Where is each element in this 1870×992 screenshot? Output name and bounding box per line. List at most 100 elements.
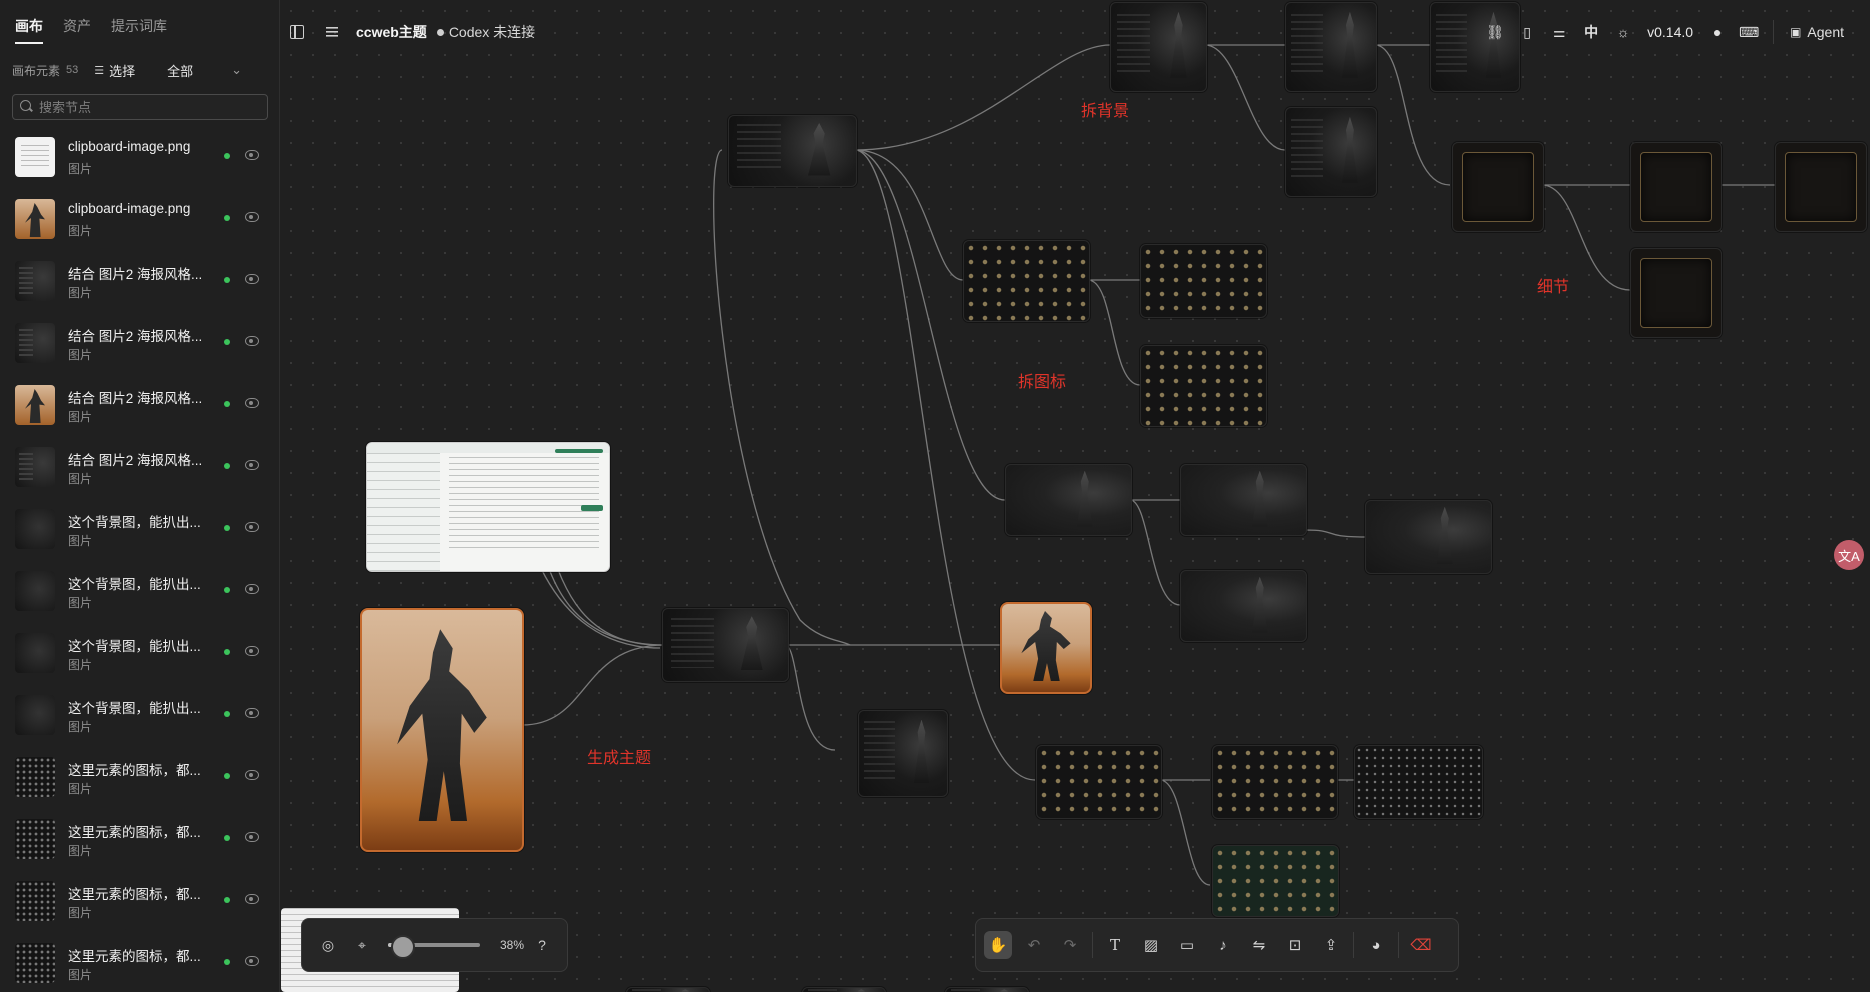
sidebar-toggle-icon[interactable] xyxy=(290,25,304,39)
canvas-node[interactable] xyxy=(1452,142,1544,232)
export-icon[interactable]: ⇪ xyxy=(1317,931,1345,959)
audio-tool-icon[interactable]: ♪ xyxy=(1209,931,1237,959)
sidebar: 画布 资产 提示词库 画布元素 53 ☰ 选择 全部 ⌄ clipboard-i… xyxy=(0,0,280,992)
select-button[interactable]: ☰ 选择 xyxy=(94,61,135,80)
canvas-node[interactable] xyxy=(963,240,1090,322)
list-item[interactable]: 这里元素的图标，都... 图片 xyxy=(0,874,279,936)
eye-icon[interactable] xyxy=(245,336,259,346)
canvas-node[interactable] xyxy=(945,987,1029,992)
canvas-node[interactable] xyxy=(662,608,789,682)
canvas-node[interactable] xyxy=(1180,570,1307,642)
canvas-node[interactable] xyxy=(1285,107,1377,197)
canvas-node[interactable] xyxy=(1140,244,1267,318)
canvas-node[interactable] xyxy=(1775,142,1867,232)
canvas-node[interactable] xyxy=(1212,745,1338,819)
zoom-slider-knob[interactable] xyxy=(390,935,415,959)
no-link-icon[interactable]: ⛓ xyxy=(1486,24,1504,40)
annotation-label[interactable]: 拆背景 xyxy=(1081,97,1129,121)
hand-tool-icon[interactable]: ✋ xyxy=(984,931,1012,959)
canvas-node[interactable] xyxy=(1005,464,1132,536)
canvas-node[interactable] xyxy=(802,987,886,992)
image-tool-icon[interactable]: ▨ xyxy=(1137,931,1165,959)
palette-icon[interactable]: ◕ xyxy=(1362,931,1390,959)
annotation-label[interactable]: 细节 xyxy=(1537,273,1569,297)
search-input[interactable] xyxy=(37,97,261,117)
translate-button[interactable]: 文A xyxy=(1834,540,1864,570)
annotation-label[interactable]: 生成主题 xyxy=(587,744,651,768)
eye-icon[interactable] xyxy=(245,646,259,656)
canvas-node[interactable] xyxy=(626,987,710,992)
canvas-node[interactable] xyxy=(1630,142,1722,232)
canvas-node[interactable] xyxy=(360,608,524,852)
tab-canvas[interactable]: 画布 xyxy=(15,16,43,44)
compass-icon[interactable]: ◎ xyxy=(320,937,336,953)
canvas-node[interactable] xyxy=(1365,500,1492,574)
canvas-node[interactable] xyxy=(858,710,948,797)
list-item[interactable]: 这里元素的图标，都... 图片 xyxy=(0,750,279,812)
canvas-node[interactable] xyxy=(1110,2,1207,92)
canvas-node[interactable] xyxy=(1000,602,1092,694)
sliders-icon[interactable]: ⚌ xyxy=(1551,24,1567,40)
eye-icon[interactable] xyxy=(245,522,259,532)
sun-icon[interactable]: ☼ xyxy=(1615,24,1631,40)
keyboard-icon[interactable]: ⌨ xyxy=(1739,24,1759,40)
list-item[interactable]: clipboard-image.png 图片 xyxy=(0,130,279,192)
list-item[interactable]: 这里元素的图标，都... 图片 xyxy=(0,812,279,874)
eye-icon[interactable] xyxy=(245,212,259,222)
canvas-node[interactable] xyxy=(728,115,857,187)
list-item[interactable]: clipboard-image.png 图片 xyxy=(0,192,279,254)
list-item[interactable]: 这个背景图，能扒出... 图片 xyxy=(0,502,279,564)
capture-tool-icon[interactable]: ⊡ xyxy=(1281,931,1309,959)
eye-icon[interactable] xyxy=(245,460,259,470)
list-item[interactable]: 结合 图片2 海报风格... 图片 xyxy=(0,254,279,316)
undo-icon[interactable]: ↶ xyxy=(1020,931,1048,959)
tab-assets[interactable]: 资产 xyxy=(63,16,91,44)
status-dot xyxy=(224,835,230,841)
eye-icon[interactable] xyxy=(245,956,259,966)
eye-icon[interactable] xyxy=(245,150,259,160)
list-item[interactable]: 这个背景图，能扒出... 图片 xyxy=(0,564,279,626)
project-title[interactable]: ccweb主题 xyxy=(356,22,427,42)
filter-dropdown[interactable]: 全部 xyxy=(167,61,193,80)
book-icon[interactable]: ▯ xyxy=(1519,24,1535,40)
eraser-icon[interactable]: ⌫ xyxy=(1407,931,1435,959)
eye-icon[interactable] xyxy=(245,274,259,284)
eye-icon[interactable] xyxy=(245,584,259,594)
list-item[interactable]: 这个背景图，能扒出... 图片 xyxy=(0,626,279,688)
menu-icon[interactable] xyxy=(326,27,338,37)
list-item[interactable]: 这个背景图，能扒出... 图片 xyxy=(0,688,279,750)
canvas-node[interactable] xyxy=(1354,745,1483,819)
eye-icon[interactable] xyxy=(245,398,259,408)
github-icon[interactable]: ● xyxy=(1709,24,1725,40)
language-toggle[interactable]: 中 xyxy=(1583,24,1599,40)
canvas-node[interactable] xyxy=(1630,248,1722,338)
canvas-node[interactable] xyxy=(1140,345,1267,427)
canvas[interactable]: 拆背景 拆图标 细节 生成主题 xyxy=(280,0,1870,992)
chevron-down-icon[interactable]: ⌄ xyxy=(231,62,242,78)
canvas-node[interactable] xyxy=(1212,845,1339,917)
eye-icon[interactable] xyxy=(245,708,259,718)
edge xyxy=(521,644,666,726)
list-item[interactable]: 这里元素的图标，都... 图片 xyxy=(0,936,279,992)
eye-icon[interactable] xyxy=(245,894,259,904)
fit-view-icon[interactable]: ⌖ xyxy=(354,937,370,953)
video-tool-icon[interactable]: ▭ xyxy=(1173,931,1201,959)
help-icon[interactable]: ? xyxy=(534,937,550,953)
list-item[interactable]: 结合 图片2 海报风格... 图片 xyxy=(0,440,279,502)
tab-prompt-library[interactable]: 提示词库 xyxy=(111,16,167,44)
canvas-node[interactable] xyxy=(1036,745,1162,819)
list-item[interactable]: 结合 图片2 海报风格... 图片 xyxy=(0,316,279,378)
agent-button[interactable]: ▣ Agent xyxy=(1773,20,1852,44)
text-tool-icon[interactable]: T xyxy=(1101,931,1129,959)
canvas-node[interactable] xyxy=(366,442,610,572)
eye-icon[interactable] xyxy=(245,770,259,780)
redo-icon[interactable]: ↷ xyxy=(1056,931,1084,959)
annotation-label[interactable]: 拆图标 xyxy=(1018,368,1066,392)
canvas-node[interactable] xyxy=(1180,464,1307,536)
list-item[interactable]: 结合 图片2 海报风格... 图片 xyxy=(0,378,279,440)
canvas-node[interactable] xyxy=(1285,2,1377,92)
canvas-node[interactable] xyxy=(1430,2,1520,92)
zoom-slider[interactable] xyxy=(388,935,480,959)
connect-tool-icon[interactable]: ⇋ xyxy=(1245,931,1273,959)
eye-icon[interactable] xyxy=(245,832,259,842)
